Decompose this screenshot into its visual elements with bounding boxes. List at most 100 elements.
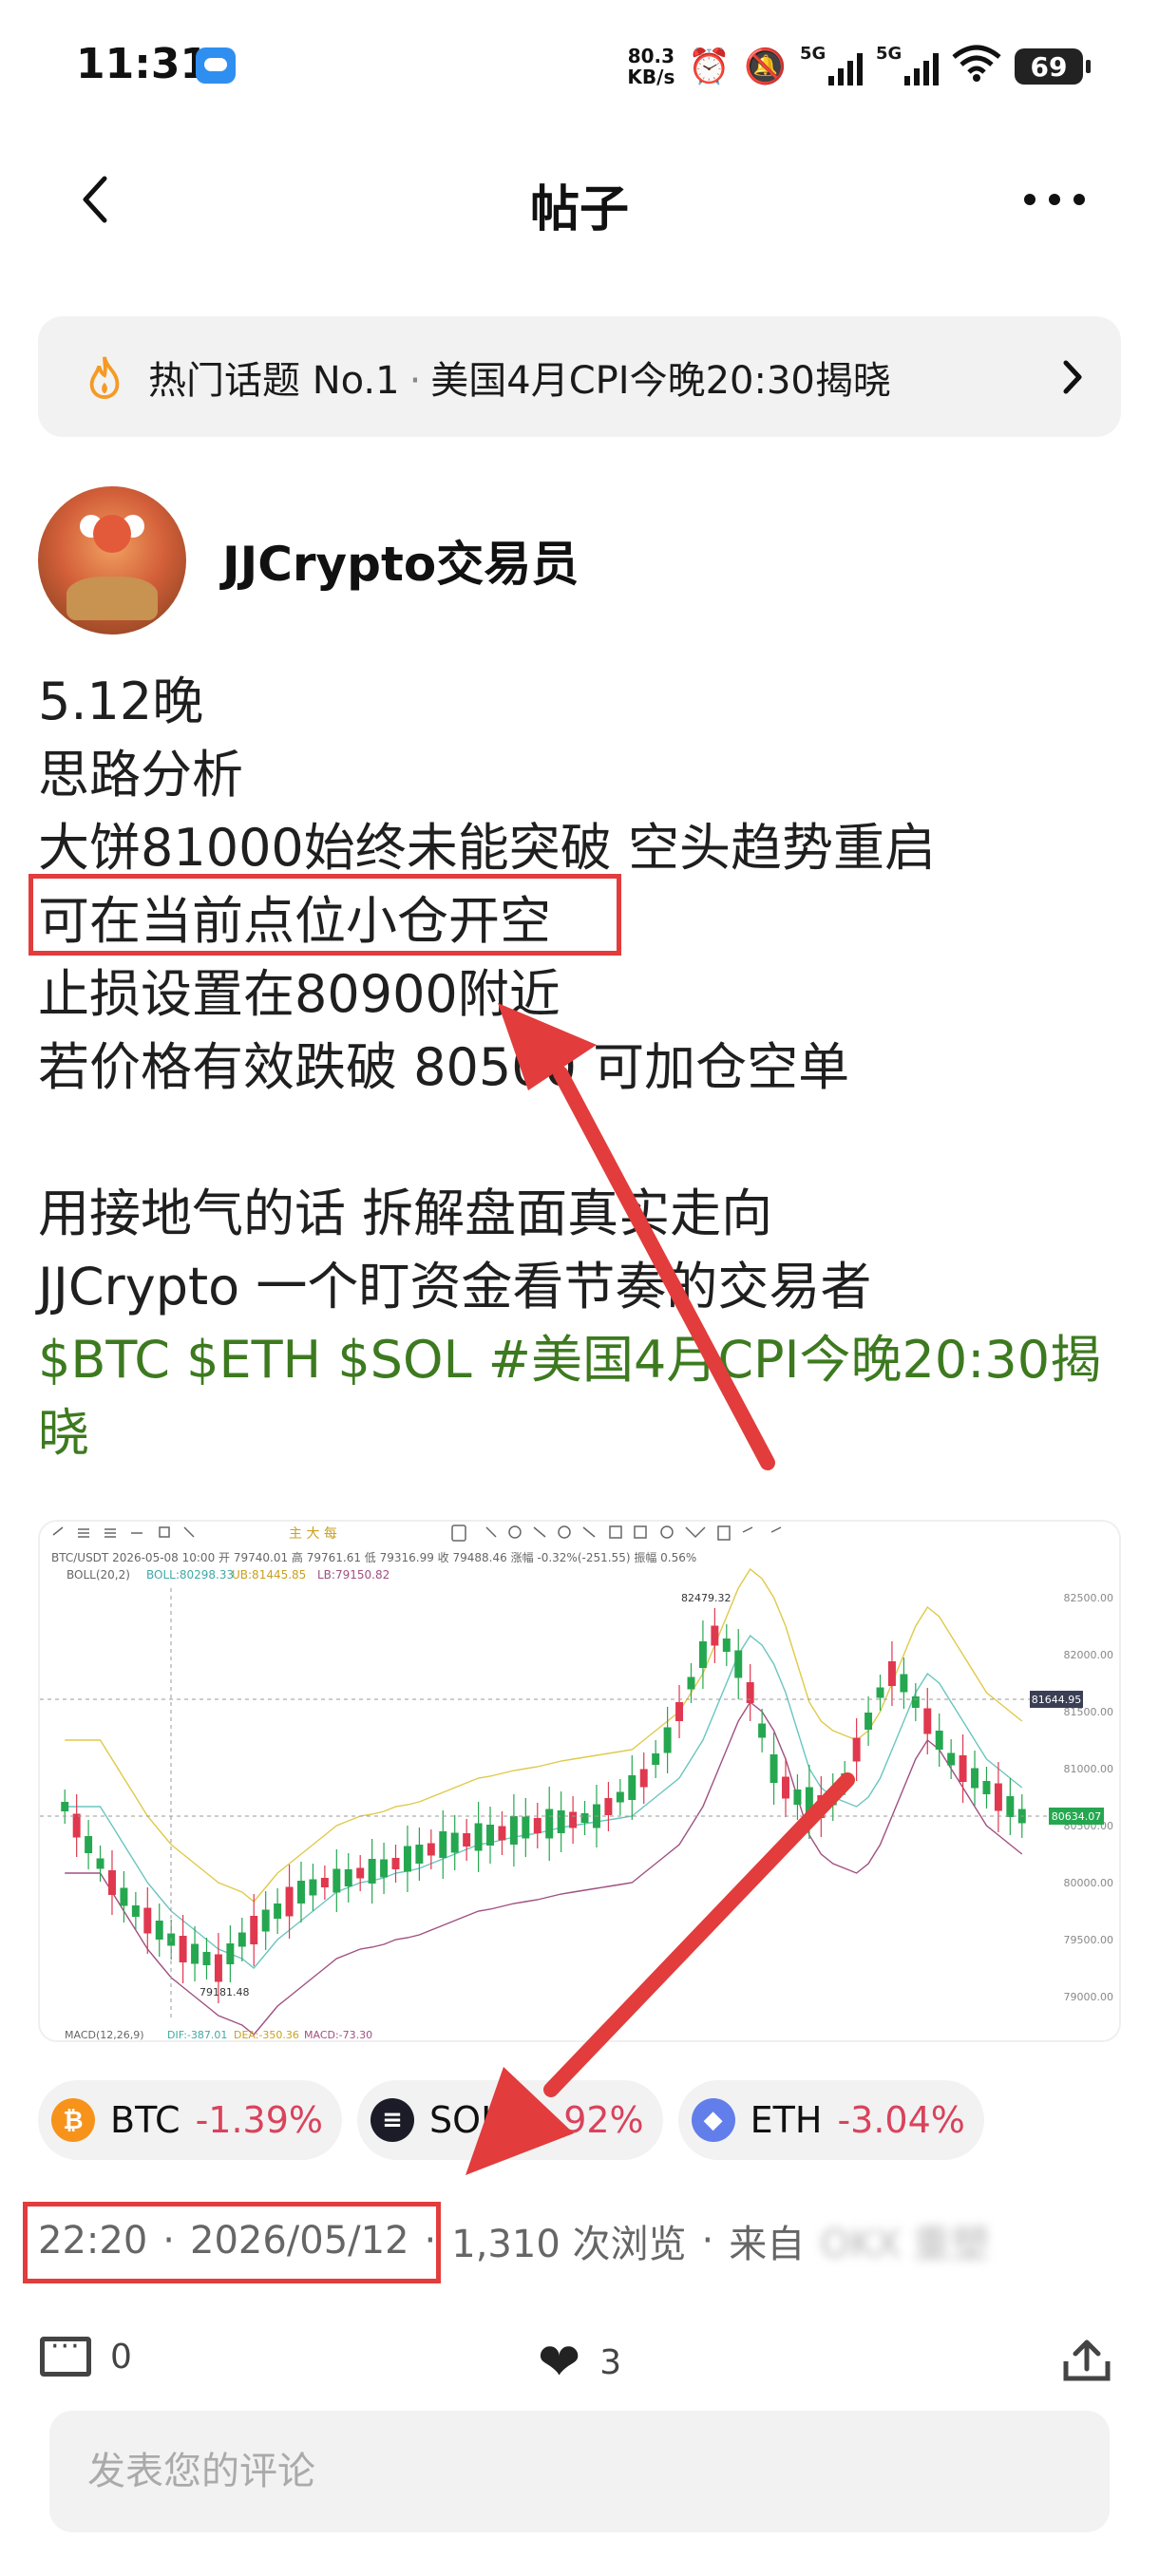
comment-button[interactable]: 0 <box>40 2330 132 2377</box>
candle-body <box>557 1810 565 1833</box>
candle-body <box>887 1661 896 1686</box>
candle-body <box>439 1831 447 1858</box>
candle-body <box>569 1811 578 1828</box>
chip-sol[interactable]: ≡ SOL -2.92% <box>357 2080 663 2160</box>
candle-body <box>427 1843 435 1856</box>
more-button[interactable] <box>1016 171 1092 228</box>
candle-body <box>96 1858 104 1869</box>
candle-body <box>722 1638 731 1652</box>
trending-topic: 美国4月CPI今晚20:30揭晓 <box>430 358 891 403</box>
candle-body <box>652 1753 660 1765</box>
candle-body <box>923 1708 932 1734</box>
candle-body <box>415 1845 424 1864</box>
candle-body <box>202 1952 211 1965</box>
battery-icon: 69 <box>1015 48 1091 85</box>
source-name: OKX 重塑 <box>820 2223 990 2266</box>
chart-boll-ub: UB:81445.85 <box>232 1568 306 1582</box>
axis-tick-label: 80000.00 <box>1064 1877 1114 1889</box>
chip-symbol: ETH <box>750 2099 823 2141</box>
post-line: 止损设置在80900附近 <box>38 964 560 1024</box>
low-label: 79181.48 <box>200 1986 250 1998</box>
post-body: 5.12晚 思路分析 大饼81000始终未能突破 空头趋势重启 可在当前点位小仓… <box>38 665 1130 1469</box>
candle-body <box>616 1791 624 1803</box>
macd-dea: DEA:-350.36 <box>234 2029 299 2041</box>
comment-icon <box>40 2330 91 2377</box>
candle-body <box>474 1823 483 1851</box>
candle-body <box>320 1878 329 1887</box>
author-name[interactable]: JJCrypto交易员 <box>222 526 579 595</box>
chip-btc[interactable]: ₿ BTC -1.39% <box>38 2080 343 2160</box>
candle-body <box>971 1768 979 1789</box>
avatar[interactable] <box>38 486 186 635</box>
candle-body <box>179 1936 187 1962</box>
candle-body <box>580 1813 589 1823</box>
candle-body <box>852 1737 861 1762</box>
candle-body <box>982 1781 991 1794</box>
high-label: 82479.32 <box>681 1592 732 1604</box>
candle-body <box>107 1870 116 1895</box>
chart-image[interactable]: 主 大 每 BTC/USDT 2026-05-08 10:00 开 79740.… <box>38 1520 1121 2042</box>
candle-body <box>486 1825 495 1846</box>
candle-body <box>994 1783 1002 1811</box>
net-speed: 80.3 KB/s <box>627 45 675 88</box>
trending-topic-banner[interactable]: 热门话题 No.1 · 美国4月CPI今晚20:30揭晓 <box>38 316 1121 437</box>
trending-text: 热门话题 No.1 · 美国4月CPI今晚20:30揭晓 <box>148 358 891 403</box>
candles <box>61 1608 1026 2003</box>
candle-body <box>403 1846 411 1872</box>
signal-2-icon: 5G <box>876 44 939 85</box>
candle-body <box>545 1809 554 1839</box>
candle-body <box>628 1775 636 1800</box>
candle-body <box>297 1881 305 1904</box>
candle-body <box>770 1754 778 1783</box>
candle-body <box>368 1859 376 1884</box>
candle-body <box>309 1879 317 1896</box>
candle-body <box>687 1676 695 1690</box>
candle-body <box>522 1816 530 1839</box>
post-line: 用接地气的话 拆解盘面真实走向 <box>38 1184 773 1243</box>
candle-body <box>1006 1796 1015 1817</box>
view-count: 1,310 次浏览 <box>451 2223 687 2266</box>
price-tag-1-text: 81644.95 <box>1032 1694 1082 1706</box>
candle-body <box>356 1867 365 1879</box>
candle-body <box>226 1943 235 1964</box>
axis-tick-label: 82500.00 <box>1064 1592 1114 1604</box>
post-line: 思路分析 <box>38 745 243 805</box>
candle-body <box>391 1858 400 1869</box>
candle-body <box>450 1832 459 1853</box>
page-title: 帖子 <box>529 181 629 238</box>
comment-input[interactable] <box>49 2411 1110 2532</box>
candle-body <box>604 1798 613 1815</box>
candle-body <box>805 1787 813 1817</box>
candle-body <box>191 1943 200 1964</box>
macd-dif: DIF:-387.01 <box>167 2029 227 2041</box>
candle-body <box>734 1650 743 1678</box>
sol-icon: ≡ <box>370 2098 415 2142</box>
chip-change: -3.04% <box>837 2099 965 2141</box>
author-row[interactable]: JJCrypto交易员 <box>38 484 579 636</box>
trending-label: 热门话题 No.1 <box>148 358 400 403</box>
candle-body <box>817 1795 826 1818</box>
candle-body <box>250 1916 258 1944</box>
share-icon <box>1063 2339 1111 2381</box>
chart-boll-label: BOLL(20,2) <box>66 1568 130 1582</box>
status-icons: 80.3 KB/s ⏰ 🔕 5G 5G 69 <box>627 38 1091 95</box>
candle-body <box>155 1921 163 1940</box>
like-button[interactable]: ❤ 3 <box>538 2337 621 2388</box>
candle-body <box>782 1776 789 1799</box>
candle-body <box>828 1789 837 1806</box>
candle-body <box>864 1713 873 1730</box>
candle-body <box>238 1932 246 1947</box>
share-button[interactable] <box>1060 2337 1113 2384</box>
cloud-icon <box>196 47 236 84</box>
chip-eth[interactable]: ◆ ETH -3.04% <box>677 2080 984 2160</box>
candle-body <box>900 1674 908 1693</box>
candlestick-chart: 主 大 每 BTC/USDT 2026-05-08 10:00 开 79740.… <box>40 1525 1114 2041</box>
chip-change: -1.39% <box>195 2099 324 2141</box>
candle-body <box>533 1818 542 1833</box>
axis-tick-label: 79000.00 <box>1064 1991 1114 2003</box>
post-tags[interactable]: $BTC $ETH $SOL #美国4月CPI今晚20:30揭晓 <box>38 1323 1130 1469</box>
candle-body <box>72 1813 81 1838</box>
candle-body <box>274 1904 282 1919</box>
highlight-box-annotation <box>28 874 621 956</box>
axis-tick-label: 82000.00 <box>1064 1649 1114 1661</box>
